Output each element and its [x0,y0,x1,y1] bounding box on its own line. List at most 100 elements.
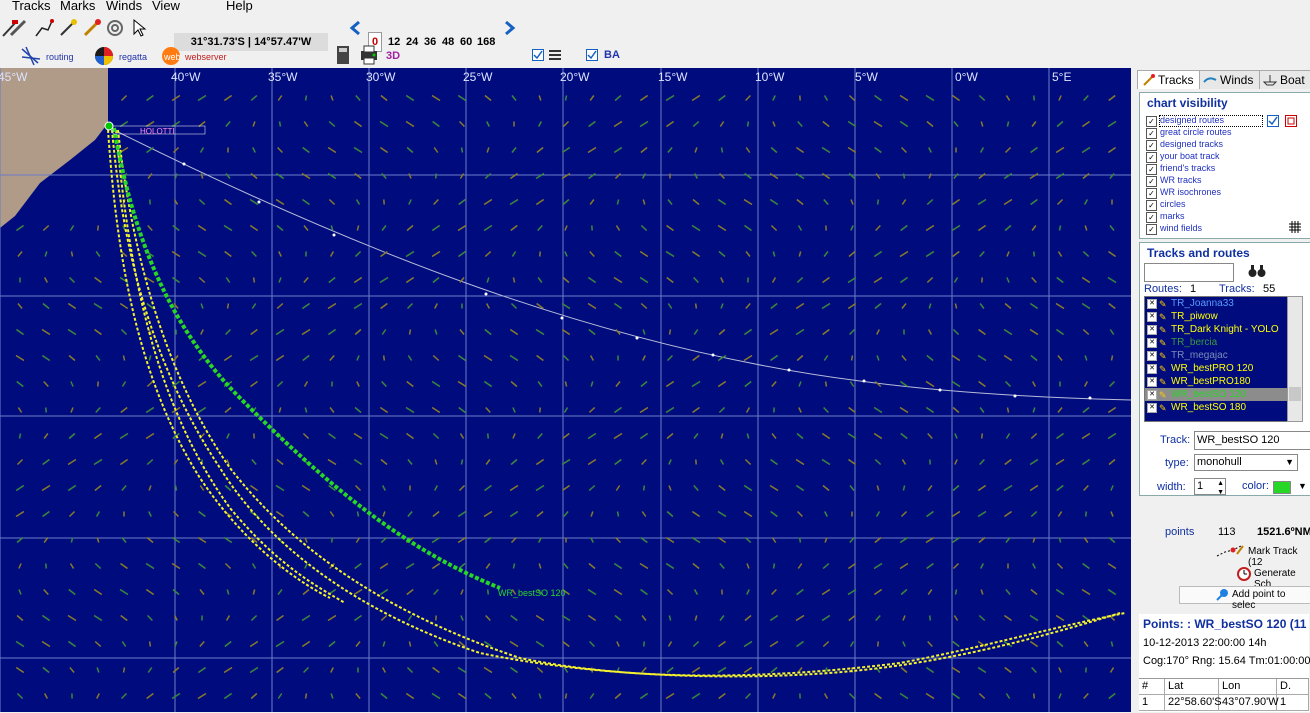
points-row-index[interactable]: 1 [1139,695,1165,711]
wind-arrow [692,668,700,673]
track-search-input[interactable] [1144,263,1234,282]
remove-track-icon[interactable]: ✕ [1147,390,1157,400]
remove-track-icon[interactable]: ✕ [1147,351,1157,361]
visibility-checkbox[interactable]: ✓ [1146,188,1157,199]
menu-view[interactable]: View [152,0,180,13]
track-list-row[interactable]: ✕✎TR_megajac [1145,349,1288,362]
brush-icon[interactable] [82,18,102,38]
color-dropdown-icon[interactable]: ▼ [1298,481,1307,491]
target-icon[interactable] [106,18,126,38]
wind-arrow [381,616,386,621]
track-list-row[interactable]: ✕✎TR_piwow [1145,310,1288,323]
visibility-checkbox[interactable]: ✓ [1146,212,1157,223]
map-canvas[interactable]: 45°W 40°W 35°W 30°W 25°W 20°W 15°W 10°W … [0,68,1131,712]
tab-boat[interactable]: Boat [1259,70,1310,89]
calculator-icon[interactable] [336,45,350,65]
visibility-checkbox[interactable]: ✓ [1146,140,1157,151]
printer-icon[interactable] [359,44,379,66]
mark-track-button[interactable]: Mark Track (12 [1248,546,1310,568]
visibility-checkbox[interactable]: ✓ [1146,200,1157,211]
wind-arrow [1034,96,1035,101]
route-options-icon[interactable] [1285,115,1297,127]
track-list-row[interactable]: ✕✎TR_bercia [1145,336,1288,349]
points-table[interactable]: # Lat Lon D. 1 22°58.60'S 43°07.90'W 1 [1139,678,1309,713]
track-list-row[interactable]: ✕✎WR_bestSO 120 [1145,388,1288,401]
grid-icon[interactable] [1289,221,1301,233]
ba-checkbox-icon[interactable] [586,49,598,61]
webserver-icon[interactable]: web [160,45,182,67]
track-list[interactable]: ✕✎TR_Joanna33✕✎TR_piwow✕✎TR_Dark Knight … [1144,296,1289,422]
remove-track-icon[interactable]: ✕ [1147,299,1157,309]
visibility-checkbox[interactable]: ✓ [1146,152,1157,163]
wind-arrow [224,226,232,231]
remove-track-icon[interactable]: ✕ [1147,325,1157,335]
mark-track-icon[interactable] [1215,544,1245,558]
wind-arrow [120,460,127,465]
wind-arrow [721,278,723,283]
route-draw-icon[interactable] [34,18,54,38]
visibility-checkbox[interactable]: ✓ [1146,116,1157,127]
menu-winds[interactable]: Winds [106,0,142,13]
menu-tracks[interactable]: Tracks [12,0,51,13]
remove-track-icon[interactable]: ✕ [1147,364,1157,374]
wind-arrow [978,512,986,517]
edit-track-icon[interactable]: ✎ [1159,402,1167,415]
binoculars-icon[interactable] [1248,264,1266,278]
wind-arrow [1007,252,1009,257]
step-forward-icon[interactable] [503,20,517,36]
chart-map[interactable]: 45°W 40°W 35°W 30°W 25°W 20°W 15°W 10°W … [0,68,1131,712]
add-point-button[interactable]: Add point to selec [1179,586,1310,604]
visibility-checkbox[interactable]: ✓ [1146,224,1157,235]
wind-arrow [693,642,698,647]
stepper-down-icon[interactable]: ▼ [1217,485,1224,500]
routing-label[interactable]: routing [46,52,74,62]
regatta-icon[interactable] [93,45,115,67]
route-visibility-toggle-icon[interactable] [1267,115,1279,127]
remove-track-icon[interactable]: ✕ [1147,377,1157,387]
points-row-dist[interactable]: 1 [1277,695,1309,711]
pointer-cursor-icon[interactable] [130,18,150,38]
step-back-icon[interactable] [348,20,362,36]
track-color-swatch[interactable] [1273,481,1291,494]
lon-label-45w: 45°W [0,70,28,84]
track-list-row[interactable]: ✕✎TR_Dark Knight - YOLO [1145,323,1288,336]
marker-pen-icon[interactable] [58,18,78,38]
wind-arrow [354,616,361,621]
ruler-icon[interactable] [8,18,28,38]
menu-help[interactable]: Help [226,0,253,13]
lon-label-5e: 5°E [1052,70,1071,84]
alarm-clock-icon[interactable] [1236,565,1252,581]
visibility-checkbox[interactable]: ✓ [1146,164,1157,175]
wind-arrow [1004,486,1012,491]
menu-lines-icon[interactable] [548,48,562,62]
wind-arrow [877,486,878,491]
track-name-input[interactable] [1194,431,1310,450]
menu-marks[interactable]: Marks [60,0,95,13]
visibility-checkbox[interactable]: ✓ [1146,176,1157,187]
visibility-checkbox[interactable]: ✓ [1146,128,1157,139]
track-list-row[interactable]: ✕✎WR_bestSO 180 [1145,401,1288,414]
webserver-label[interactable]: webserver [185,52,227,62]
points-row-lon[interactable]: 43°07.90'W [1219,695,1277,711]
track-list-row[interactable]: ✕✎WR_bestPRO180 [1145,375,1288,388]
wind-arrow [1007,122,1008,127]
remove-track-icon[interactable]: ✕ [1147,403,1157,413]
remove-track-icon[interactable]: ✕ [1147,312,1157,322]
track-list-scrollbar[interactable] [1287,296,1303,422]
track-width-stepper[interactable]: 1 ▲ ▼ [1194,478,1226,495]
wind-arrow [354,122,361,127]
layers-checkbox-icon[interactable] [532,49,544,61]
track-type-select[interactable]: monohull ▼ [1194,454,1298,471]
track-list-row[interactable]: ✕✎WR_bestPRO 120 [1145,362,1288,375]
wind-arrow [277,226,283,231]
wind-arrow [952,668,960,673]
scrollbar-thumb[interactable] [1289,387,1301,401]
track-list-row[interactable]: ✕✎TR_Joanna33 [1145,297,1288,310]
regatta-label[interactable]: regatta [119,52,147,62]
3d-button[interactable]: 3D [386,50,400,62]
points-row-lat[interactable]: 22°58.60'S [1165,695,1219,711]
remove-track-icon[interactable]: ✕ [1147,338,1157,348]
ba-label[interactable]: BA [604,49,620,61]
wind-arrow [875,96,882,101]
routing-icon[interactable] [20,45,42,67]
